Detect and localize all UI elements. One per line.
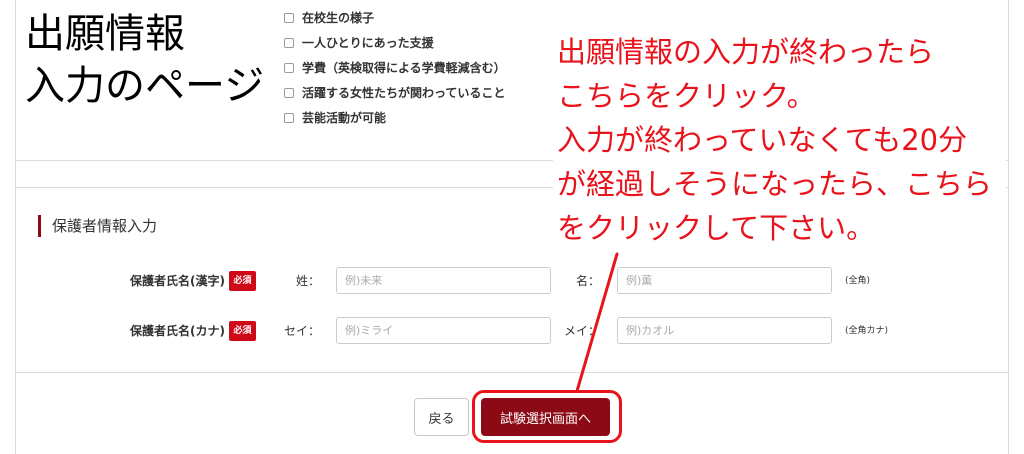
page-title-annotation-line: 出願情報 bbox=[25, 11, 185, 57]
required-badge: 必須 bbox=[229, 271, 256, 291]
guardian-name-kana-row: 保護者氏名(カナ) 必須 セイ： メイ： (全角カナ) bbox=[16, 317, 1008, 345]
given-name-label: 名： bbox=[575, 274, 600, 288]
survey-option-label: 芸能活動が可能 bbox=[302, 111, 387, 125]
survey-option-checkbox[interactable] bbox=[284, 87, 294, 98]
exam-selection-button[interactable]: 試験選択画面へ bbox=[481, 398, 610, 436]
page-title-annotation-line: 入力のページ bbox=[25, 63, 265, 109]
survey-option-label: 活躍する女性たちが関わっていること bbox=[302, 86, 506, 100]
section-title: 保護者情報入力 bbox=[52, 217, 158, 235]
survey-option-label: 在校生の様子 bbox=[302, 11, 375, 25]
guardian-name-kanji-label: 保護者氏名(漢字) bbox=[130, 274, 225, 288]
survey-option-checkbox[interactable] bbox=[284, 62, 294, 73]
instruction-callout: 出願情報の入力が終わったら こちらをクリック。 入力が終わっていなくても20分 … bbox=[553, 28, 1006, 256]
survey-option-checkbox[interactable] bbox=[284, 12, 294, 23]
family-name-kana-input[interactable] bbox=[336, 317, 551, 344]
callout-line: をクリックして下さい。 bbox=[557, 211, 876, 245]
survey-option-label: 一人ひとりにあった支援 bbox=[302, 36, 434, 50]
callout-line: 出願情報の入力が終わったら bbox=[557, 35, 935, 69]
section-accent-bar bbox=[38, 215, 41, 237]
input-format-note: (全角) bbox=[845, 276, 871, 286]
callout-line: が経過しそうになったら、こちら bbox=[557, 167, 993, 201]
family-name-label: 姓： bbox=[295, 274, 320, 288]
callout-line: 入力が終わっていなくても20分 bbox=[557, 123, 968, 157]
back-button[interactable]: 戻る bbox=[414, 398, 469, 436]
family-name-kanji-input[interactable] bbox=[336, 267, 551, 294]
page-title-annotation: 出願情報 入力のページ bbox=[25, 8, 264, 112]
given-name-kana-input[interactable] bbox=[617, 317, 832, 344]
guardian-name-kanji-row: 保護者氏名(漢字) 必須 姓： 名： (全角) bbox=[16, 267, 1008, 295]
survey-option[interactable]: 活躍する女性たちが関わっていること bbox=[284, 80, 506, 105]
given-name-kanji-input[interactable] bbox=[617, 267, 832, 294]
required-badge: 必須 bbox=[229, 321, 256, 341]
survey-option[interactable]: 芸能活動が可能 bbox=[284, 105, 506, 130]
callout-line: こちらをクリック。 bbox=[557, 79, 816, 113]
survey-options-list: 在校生の様子 一人ひとりにあった支援 学費（英検取得による学費軽減含む） 活躍す… bbox=[284, 5, 506, 130]
survey-option[interactable]: 学費（英検取得による学費軽減含む） bbox=[284, 55, 506, 80]
given-name-kana-label: メイ： bbox=[563, 324, 600, 338]
guardian-name-kana-label: 保護者氏名(カナ) bbox=[130, 324, 225, 338]
survey-option-checkbox[interactable] bbox=[284, 112, 294, 123]
survey-option-checkbox[interactable] bbox=[284, 37, 294, 48]
input-format-note: (全角カナ) bbox=[845, 326, 889, 336]
survey-option[interactable]: 一人ひとりにあった支援 bbox=[284, 30, 506, 55]
survey-option[interactable]: 在校生の様子 bbox=[284, 5, 506, 30]
survey-option-label: 学費（英検取得による学費軽減含む） bbox=[302, 61, 506, 75]
family-name-kana-label: セイ： bbox=[283, 324, 320, 338]
